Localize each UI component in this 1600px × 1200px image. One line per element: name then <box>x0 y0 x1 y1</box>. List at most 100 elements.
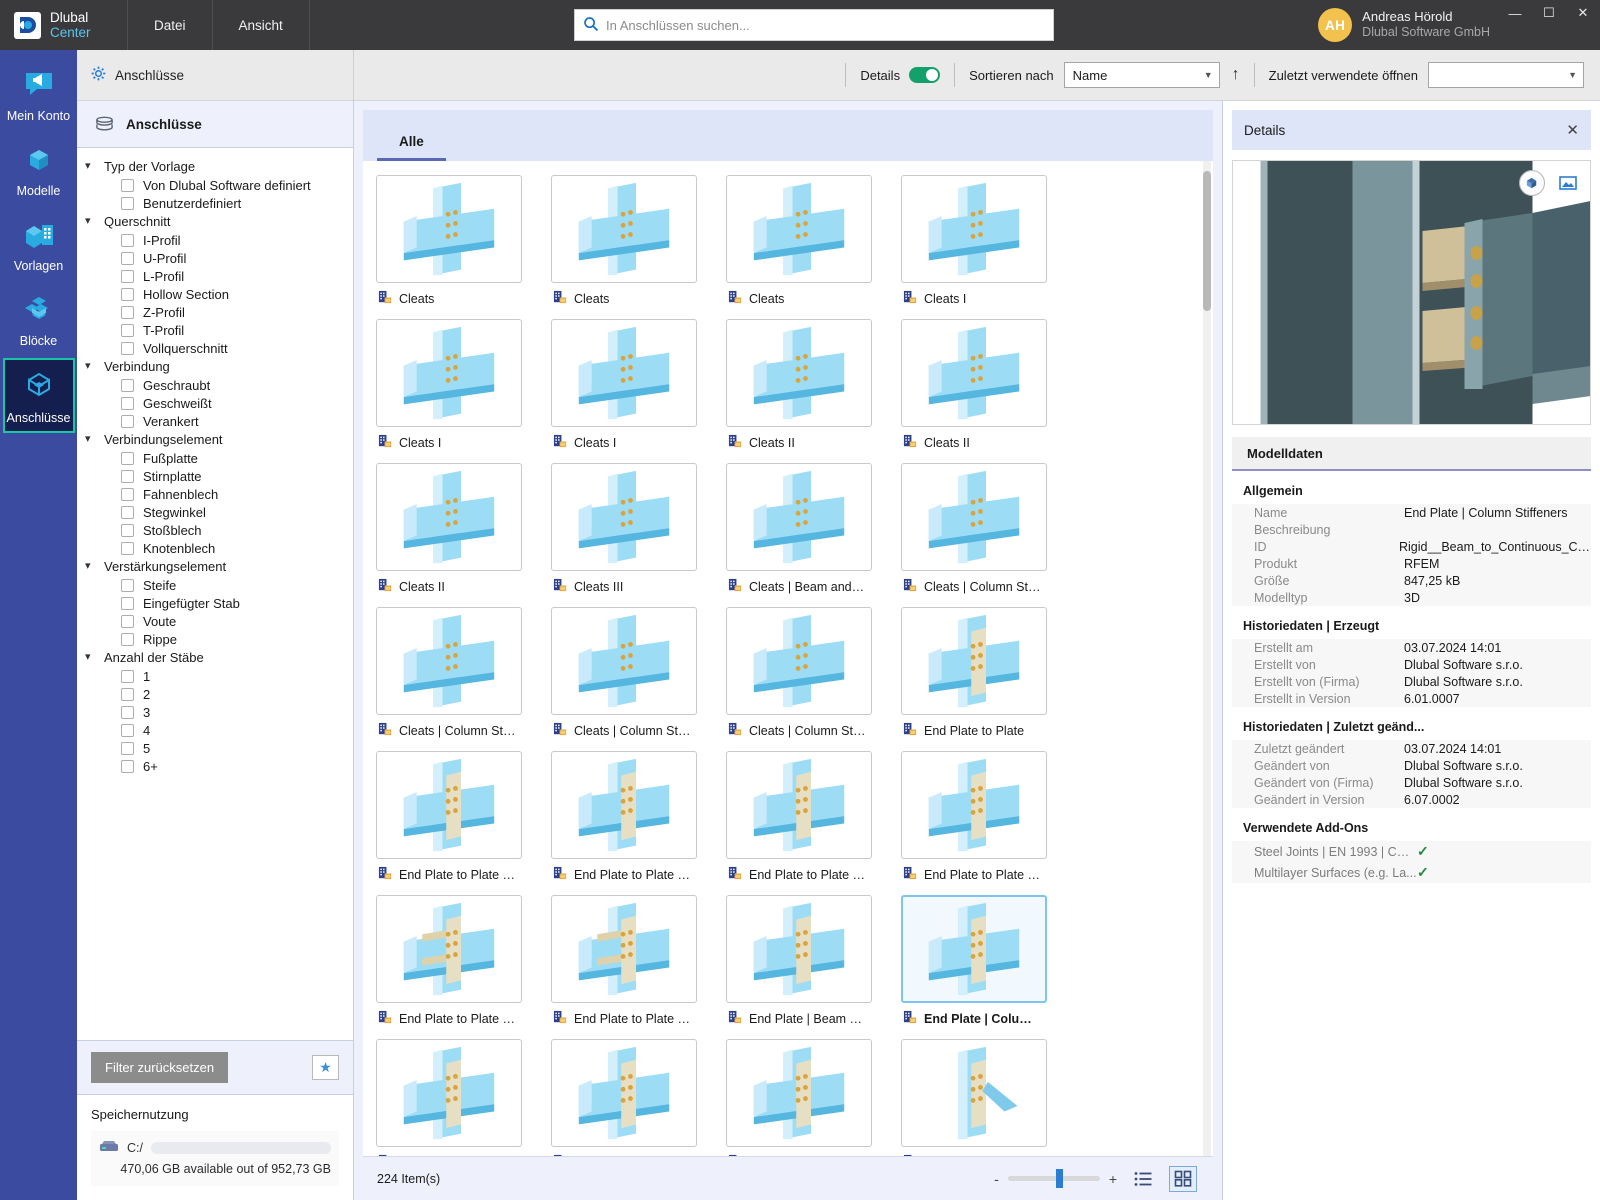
gallery-item[interactable]: Cleats <box>376 175 536 308</box>
filter-option[interactable]: Stirnplatte <box>77 467 353 485</box>
filter-checkbox[interactable] <box>121 469 134 483</box>
filter-option[interactable]: 5 <box>77 739 353 757</box>
gallery-item[interactable]: Cleats | Column Stif... <box>551 607 711 740</box>
details-toggle[interactable] <box>909 67 941 83</box>
filter-option[interactable]: Knotenblech <box>77 539 353 557</box>
gallery-item[interactable]: Cleats | Beam and C... <box>726 463 886 596</box>
filter-checkbox[interactable] <box>121 396 134 410</box>
gallery-item[interactable]: Cleats | Column Stif... <box>376 607 536 740</box>
gallery-item[interactable]: End Plate to Plate | ... <box>376 751 536 884</box>
gallery-item[interactable]: End Plate | Column ... <box>726 1039 886 1156</box>
filter-checkbox[interactable] <box>121 669 134 683</box>
gallery-item[interactable]: End Plate | Column ... <box>551 1039 711 1156</box>
filter-checkbox[interactable] <box>121 705 134 719</box>
filter-group-header[interactable]: ▾ Anzahl der Stäbe <box>77 648 353 667</box>
gallery-item[interactable]: Cleats | Column Stif... <box>901 463 1061 596</box>
rail-item-bloecke[interactable]: Blöcke <box>3 283 75 354</box>
filter-checkbox[interactable] <box>121 632 134 646</box>
filter-checkbox[interactable] <box>121 305 134 319</box>
filter-group-header[interactable]: ▾ Verstärkungselement <box>77 557 353 576</box>
filter-checkbox[interactable] <box>121 759 134 773</box>
filter-checkbox[interactable] <box>121 233 134 247</box>
gallery-item[interactable]: End Plate to Plate <box>901 607 1061 740</box>
filter-checkbox[interactable] <box>121 378 134 392</box>
filter-option[interactable]: Steife <box>77 576 353 594</box>
search-input[interactable] <box>605 17 1045 33</box>
gallery-item[interactable]: End Plate to Plate | ... <box>551 751 711 884</box>
zoom-slider[interactable] <box>1007 1169 1100 1188</box>
gallery-item[interactable]: Cleats I <box>901 175 1061 308</box>
filter-option[interactable]: 3 <box>77 703 353 721</box>
tab-alle[interactable]: Alle <box>377 134 446 161</box>
zoom-out-button[interactable]: - <box>994 1171 999 1187</box>
filter-option[interactable]: I-Profil <box>77 231 353 249</box>
filter-group-header[interactable]: ▾ Verbindungselement <box>77 430 353 449</box>
filter-option[interactable]: 6+ <box>77 757 353 775</box>
filter-option[interactable]: 4 <box>77 721 353 739</box>
filter-group-header[interactable]: ▾ Querschnitt <box>77 212 353 231</box>
filter-checkbox[interactable] <box>121 687 134 701</box>
filter-option[interactable]: Fahnenblech <box>77 485 353 503</box>
minimize-icon[interactable]: — <box>1498 0 1532 26</box>
filter-checkbox[interactable] <box>121 414 134 428</box>
search-box[interactable] <box>573 9 1054 41</box>
filter-option[interactable]: U-Profil <box>77 249 353 267</box>
gallery-item[interactable]: End Plate | Beam Sti... <box>726 895 886 1028</box>
gallery-item[interactable]: Cleats I <box>376 319 536 452</box>
filter-checkbox[interactable] <box>121 596 134 610</box>
gallery-item[interactable]: Cleats II <box>726 319 886 452</box>
filter-checkbox[interactable] <box>121 541 134 555</box>
filter-option[interactable]: 2 <box>77 685 353 703</box>
list-view-icon[interactable] <box>1129 1166 1157 1192</box>
star-icon[interactable]: ★ <box>312 1055 339 1080</box>
gallery-item[interactable]: End Plate to Plate | ... <box>376 895 536 1028</box>
filter-option[interactable]: Stoßblech <box>77 521 353 539</box>
filter-checkbox[interactable] <box>121 251 134 265</box>
gallery-item[interactable]: Cleats III <box>551 463 711 596</box>
filter-group-header[interactable]: ▾ Typ der Vorlage <box>77 157 353 176</box>
filter-option[interactable]: Vollquerschnitt <box>77 339 353 357</box>
menu-item-ansicht[interactable]: Ansicht <box>213 0 310 50</box>
filter-checkbox[interactable] <box>121 741 134 755</box>
filter-checkbox[interactable] <box>121 487 134 501</box>
gallery-item[interactable]: Cleats I <box>551 319 711 452</box>
gallery-scrollbar-thumb[interactable] <box>1203 171 1211 311</box>
gallery-item[interactable]: End Plate | Column ... <box>376 1039 536 1156</box>
filter-option[interactable]: Rippe <box>77 630 353 648</box>
gallery-item[interactable]: Cleats | Column Stif... <box>726 607 886 740</box>
3d-view-icon[interactable] <box>1519 170 1545 196</box>
filter-option[interactable]: Geschraubt <box>77 376 353 394</box>
filter-checkbox[interactable] <box>121 323 134 337</box>
close-icon[interactable]: ✕ <box>1566 0 1600 26</box>
filter-checkbox[interactable] <box>121 269 134 283</box>
gallery-item[interactable]: Cleats II <box>376 463 536 596</box>
model-preview[interactable] <box>1232 160 1591 425</box>
filter-option[interactable]: Geschweißt <box>77 394 353 412</box>
rail-item-modelle[interactable]: Modelle <box>3 133 75 204</box>
zoom-in-button[interactable]: + <box>1109 1171 1117 1187</box>
filter-option[interactable]: Von Dlubal Software definiert <box>77 176 353 194</box>
filter-option[interactable]: L-Profil <box>77 267 353 285</box>
gallery-item[interactable]: Cleats <box>726 175 886 308</box>
filter-checkbox[interactable] <box>121 178 134 192</box>
filter-group-header[interactable]: ▾ Verbindung <box>77 357 353 376</box>
filter-option[interactable]: Stegwinkel <box>77 503 353 521</box>
filter-option[interactable]: Z-Profil <box>77 303 353 321</box>
filter-option[interactable]: T-Profil <box>77 321 353 339</box>
filter-checkbox[interactable] <box>121 287 134 301</box>
sort-direction-icon[interactable]: ↑ <box>1232 66 1240 84</box>
gallery-item[interactable]: End Plate to Plate | ... <box>901 751 1061 884</box>
filter-checkbox[interactable] <box>121 451 134 465</box>
close-icon[interactable]: ✕ <box>1566 121 1579 139</box>
reset-filter-button[interactable]: Filter zurücksetzen <box>91 1052 229 1083</box>
gallery-item[interactable]: End Plate | Column... <box>901 895 1061 1028</box>
grid-view-icon[interactable] <box>1169 1165 1197 1192</box>
filter-option[interactable]: Eingefügter Stab <box>77 594 353 612</box>
gallery-item[interactable]: End Plate to Plate | ... <box>551 895 711 1028</box>
filter-checkbox[interactable] <box>121 341 134 355</box>
zoom-slider-knob[interactable] <box>1055 1169 1063 1188</box>
filter-option[interactable]: Voute <box>77 612 353 630</box>
image-view-icon[interactable] <box>1555 170 1581 196</box>
rail-item-mein-konto[interactable]: Mein Konto <box>3 58 75 129</box>
filter-checkbox[interactable] <box>121 523 134 537</box>
